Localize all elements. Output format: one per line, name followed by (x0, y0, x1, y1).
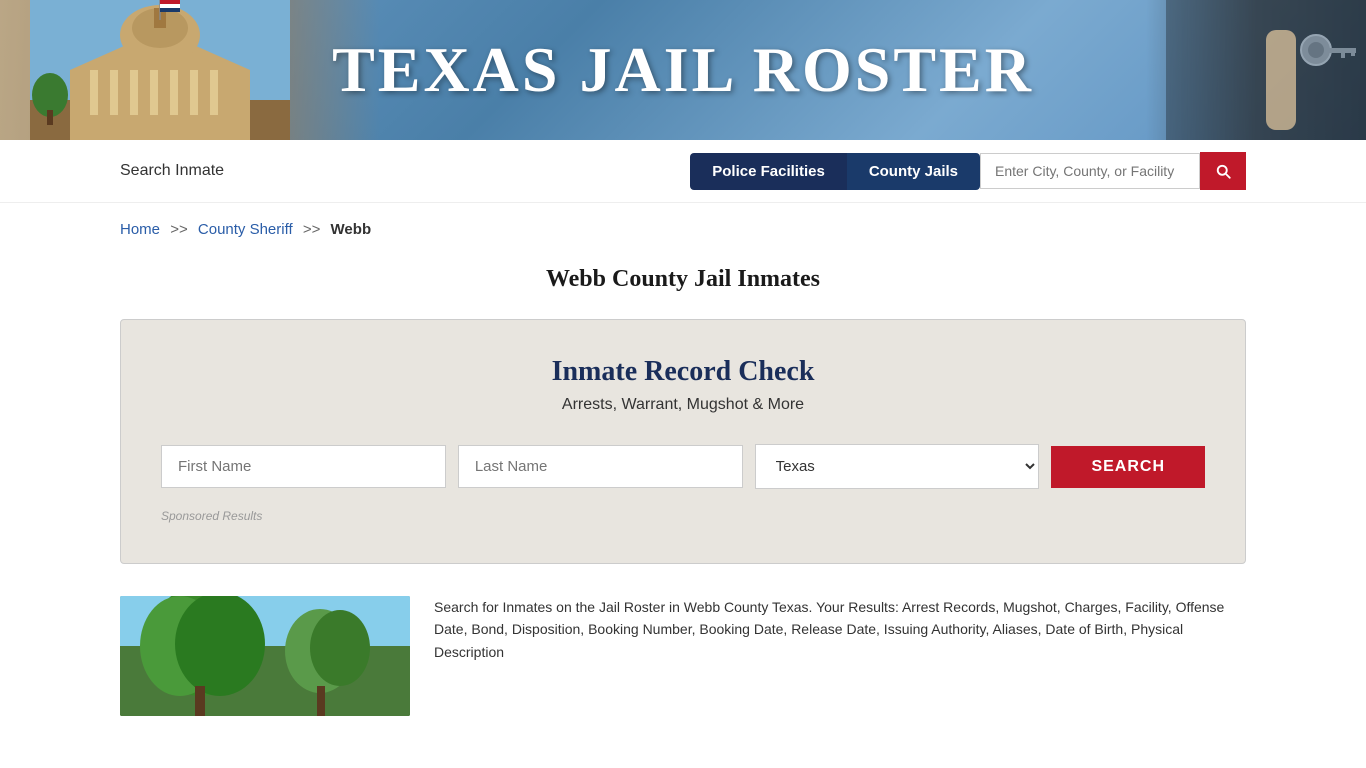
sponsored-label: Sponsored Results (161, 509, 1205, 523)
facility-search-input[interactable] (980, 153, 1200, 189)
record-check-subheading: Arrests, Warrant, Mugshot & More (161, 396, 1205, 414)
record-search-button[interactable]: SEARCH (1051, 446, 1205, 488)
first-name-input[interactable] (161, 445, 446, 488)
navbar: Search Inmate Police Facilities County J… (0, 140, 1366, 203)
record-check-box: Inmate Record Check Arrests, Warrant, Mu… (120, 319, 1246, 564)
page-title: Webb County Jail Inmates (0, 248, 1366, 303)
breadcrumb-sep2: >> (303, 221, 321, 238)
bottom-content: Search for Inmates on the Jail Roster in… (0, 580, 1366, 732)
thumbnail-image (120, 596, 410, 716)
breadcrumb-county-sheriff[interactable]: County Sheriff (198, 221, 293, 238)
bottom-description: Search for Inmates on the Jail Roster in… (434, 596, 1246, 663)
capitol-dome-icon (30, 0, 290, 140)
site-title: Texas Jail Roster (332, 33, 1034, 107)
police-facilities-button[interactable]: Police Facilities (690, 153, 847, 190)
navbar-right: Police Facilities County Jails (690, 152, 1246, 190)
record-check-heading: Inmate Record Check (161, 356, 1205, 388)
header-banner: Texas Jail Roster (0, 0, 1366, 140)
breadcrumb: Home >> County Sheriff >> Webb (0, 203, 1366, 248)
record-check-form: Alabama Alaska Arizona Arkansas Californ… (161, 444, 1205, 489)
breadcrumb-current: Webb (331, 221, 372, 238)
keys-background (1146, 0, 1366, 140)
search-icon (1214, 162, 1232, 180)
search-inmate-label: Search Inmate (120, 162, 224, 180)
breadcrumb-home[interactable]: Home (120, 221, 160, 238)
breadcrumb-sep1: >> (170, 221, 188, 238)
facility-search-button[interactable] (1200, 152, 1246, 190)
state-select[interactable]: Alabama Alaska Arizona Arkansas Californ… (755, 444, 1040, 489)
tree-image (120, 596, 410, 716)
county-jails-button[interactable]: County Jails (847, 153, 980, 190)
last-name-input[interactable] (458, 445, 743, 488)
